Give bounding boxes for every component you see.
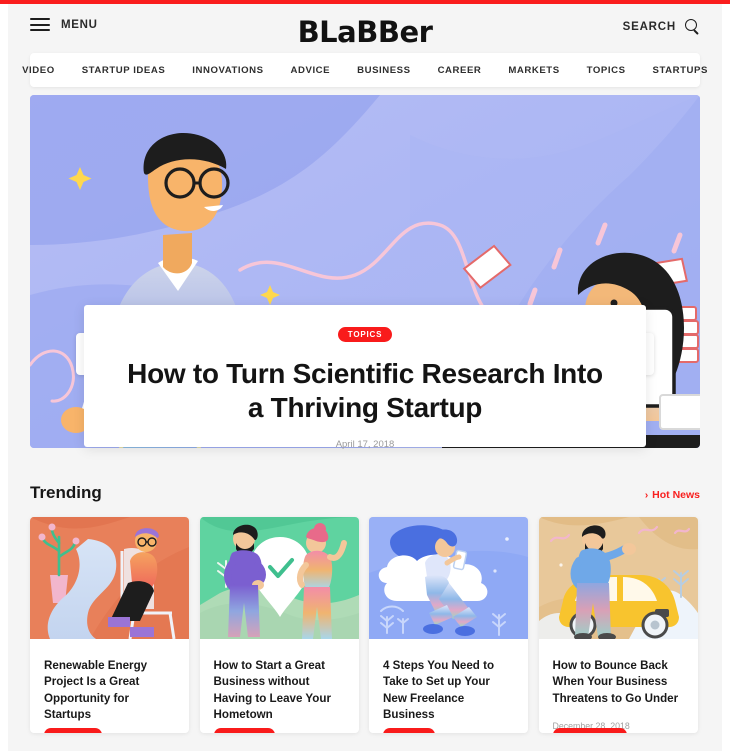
trending-card-career[interactable]: CAREER 4 Steps You Need to Take to Set u… [369, 517, 528, 733]
card-title[interactable]: How to Bounce Back When Your Business Th… [553, 658, 684, 707]
card-title[interactable]: Renewable Energy Project Is a Great Oppo… [44, 658, 175, 724]
site-header: MENU BLaBBer SEARCH [8, 4, 722, 50]
page-root: MENU BLaBBer SEARCH VIDEO STARTUP IDEAS … [0, 0, 730, 751]
hero-title[interactable]: How to Turn Scientific Research Into a T… [84, 357, 646, 425]
hero-caption-card: TOPICS How to Turn Scientific Research I… [84, 305, 646, 451]
nav-item-markets[interactable]: MARKETS [508, 65, 559, 76]
card-body: How to Start a Great Business without Ha… [200, 639, 359, 733]
card-body: How to Bounce Back When Your Business Th… [539, 639, 698, 731]
search-label: SEARCH [622, 20, 676, 33]
nav-item-career[interactable]: CAREER [438, 65, 482, 76]
card-category-badge[interactable]: CAREER [383, 727, 436, 733]
site-logo[interactable]: BLaBBer [8, 15, 722, 49]
card-thumbnail [369, 517, 528, 639]
markets-illustration [30, 517, 189, 639]
nav-item-innovations[interactable]: INNOVATIONS [192, 65, 263, 76]
card-category-badge[interactable]: STARTUPS [213, 727, 275, 733]
search-icon [685, 19, 700, 34]
top-accent-bar [0, 0, 730, 4]
card-thumbnail [538, 517, 698, 639]
nav-item-topics[interactable]: TOPICS [587, 65, 626, 76]
innovations-illustration [538, 517, 698, 639]
chevron-right-small-icon: › [644, 489, 649, 501]
card-body: Renewable Energy Project Is a Great Oppo… [30, 639, 189, 733]
hero-category-badge[interactable]: TOPICS [337, 327, 393, 342]
card-thumbnail [199, 517, 359, 639]
trending-card-innovations[interactable]: INNOVATIONS How to Bounce Back When Your… [538, 517, 698, 733]
card-title[interactable]: How to Start a Great Business without Ha… [214, 658, 345, 724]
card-title[interactable]: 4 Steps You Need to Take to Set up Your … [383, 658, 514, 724]
primary-nav: VIDEO STARTUP IDEAS INNOVATIONS ADVICE B… [22, 53, 707, 87]
trending-header: Trending › Hot News [30, 483, 700, 509]
nav-item-advice[interactable]: ADVICE [291, 65, 331, 76]
trending-card-grid: MARKETS Renewable Energy Project Is a Gr… [30, 517, 700, 733]
hero-date: April 17, 2018 [335, 439, 395, 451]
nav-item-video[interactable]: VIDEO [22, 65, 55, 76]
hot-news-label: Hot News [652, 489, 700, 501]
trending-heading: Trending [30, 483, 102, 502]
hot-news-link[interactable]: › Hot News [645, 489, 700, 501]
trending-card-markets[interactable]: MARKETS Renewable Energy Project Is a Gr… [30, 517, 189, 733]
search-button[interactable]: SEARCH [623, 19, 700, 34]
startups-illustration [199, 517, 359, 639]
card-thumbnail [30, 517, 189, 639]
nav-item-startup-ideas[interactable]: STARTUP IDEAS [82, 65, 166, 76]
card-category-badge[interactable]: MARKETS [44, 727, 103, 733]
nav-item-business[interactable]: BUSINESS [357, 65, 410, 76]
nav-item-startups[interactable]: STARTUPS [653, 65, 708, 76]
card-body: 4 Steps You Need to Take to Set up Your … [369, 639, 528, 733]
career-illustration [369, 517, 528, 639]
card-category-badge[interactable]: INNOVATIONS [552, 727, 627, 733]
trending-card-startups[interactable]: STARTUPS How to Start a Great Business w… [199, 517, 359, 733]
